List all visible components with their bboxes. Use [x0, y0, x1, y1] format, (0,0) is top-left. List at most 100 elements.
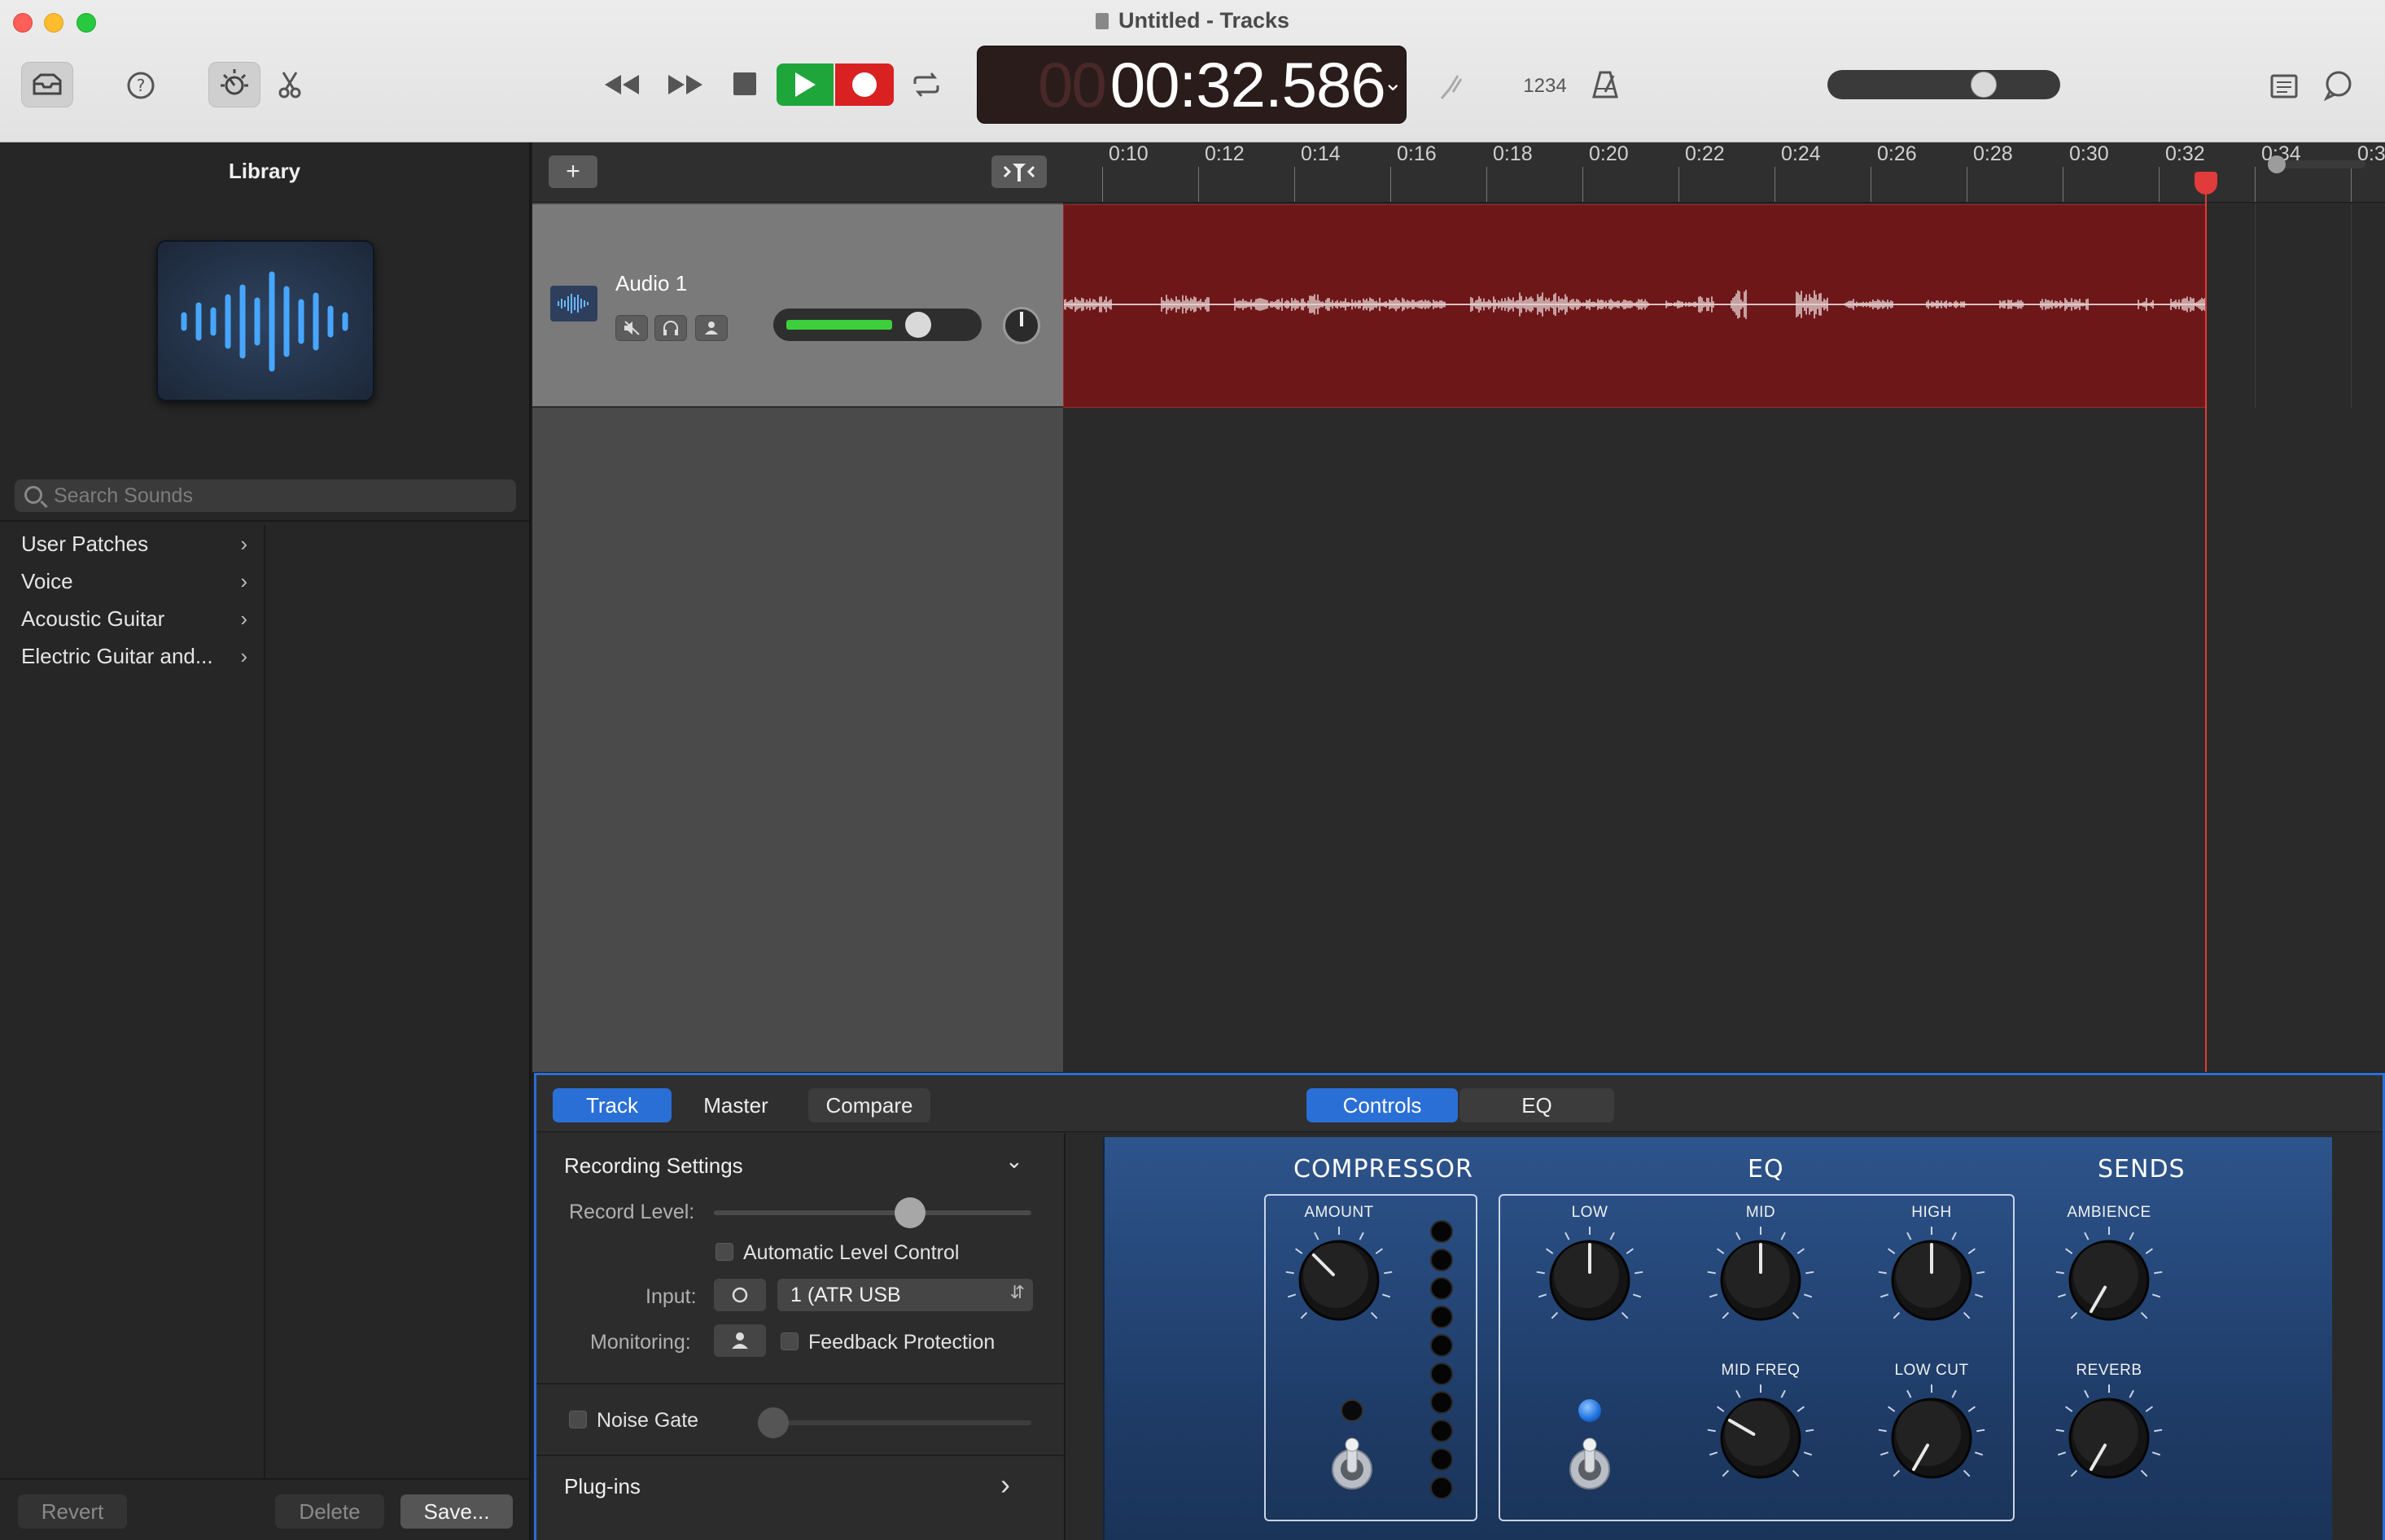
track-name[interactable]: Audio 1 [615, 271, 687, 296]
delete-button[interactable]: Delete [275, 1494, 384, 1529]
loop-browser-button[interactable] [2320, 67, 2357, 104]
ambience-label: AMBIENCE [2067, 1204, 2151, 1221]
solo-button[interactable] [654, 315, 687, 341]
knob-tick [1621, 1311, 1629, 1319]
cycle-button[interactable] [905, 67, 947, 103]
play-button[interactable] [777, 63, 834, 106]
ruler-label: 0:10 [1109, 142, 1149, 165]
revert-label: Revert [41, 1498, 104, 1524]
track-pan-knob[interactable] [1003, 307, 1040, 344]
ruler-label: 0:18 [1493, 142, 1533, 165]
knob-tick [1906, 1232, 1912, 1240]
tracks-area[interactable]: 0:10 0:12 0:14 0:16 0:18 0:20 0:22 0:24 0:26 0:28… [1063, 142, 2385, 1072]
mute-button[interactable] [615, 315, 648, 341]
automatic-level-label: Automatic Level Control [743, 1241, 960, 1264]
catch-playhead-button[interactable] [991, 155, 1047, 188]
knob-tick [1803, 1451, 1813, 1456]
monitoring-button[interactable] [714, 1324, 766, 1357]
master-volume-slider[interactable] [1827, 70, 2060, 99]
track-volume-slider[interactable] [773, 308, 982, 341]
revert-button[interactable]: Revert [18, 1494, 127, 1529]
master-volume-knob[interactable] [1971, 72, 1997, 98]
knob-tick [1314, 1232, 1319, 1240]
knob-tick [1634, 1271, 1643, 1275]
knob-tick [2065, 1248, 2073, 1254]
chevron-down-icon[interactable]: ⌄ [1005, 1148, 1023, 1174]
knob-tick [1709, 1293, 1718, 1298]
playhead-handle[interactable] [2195, 172, 2217, 195]
compare-button[interactable]: Compare [808, 1088, 930, 1122]
notepad-button[interactable] [2266, 68, 2302, 104]
stop-button[interactable] [731, 70, 759, 98]
reverb-knob[interactable] [2052, 1381, 2166, 1495]
tab-master[interactable]: Master [676, 1088, 795, 1122]
knob-cap [1896, 1243, 1961, 1308]
meter-led [1430, 1448, 1453, 1471]
library-item-user-patches[interactable]: User Patches › [0, 525, 264, 562]
track-header-audio-1[interactable]: Audio 1 [532, 204, 1063, 408]
input-format-button[interactable] [714, 1279, 766, 1311]
eq-toggle-switch[interactable] [1565, 1437, 1614, 1498]
playhead[interactable] [2205, 175, 2207, 1072]
library-item-electric-guitar[interactable]: Electric Guitar and... › [0, 637, 264, 675]
toolbar: Untitled - Tracks ? 00 00:32.586 ⌄ 1234 [0, 0, 2385, 142]
tab-eq[interactable]: EQ [1459, 1088, 1614, 1122]
library-button[interactable] [21, 62, 73, 107]
count-in-button[interactable]: 1234 [1521, 72, 1569, 101]
lcd-display[interactable]: 00 00:32.586 ⌄ [977, 46, 1407, 124]
noise-gate-slider[interactable] [758, 1420, 1031, 1425]
low-knob[interactable] [1533, 1223, 1647, 1337]
ruler-label: 0:16 [1397, 142, 1437, 165]
automatic-level-checkbox[interactable] [716, 1243, 733, 1261]
meter-led [1430, 1363, 1453, 1385]
chevron-right-icon[interactable]: › [1000, 1468, 1010, 1502]
editors-button[interactable] [272, 67, 308, 103]
quick-help-button[interactable]: ? [122, 67, 160, 104]
knob-tick [1880, 1451, 1889, 1456]
amount-knob[interactable] [1282, 1223, 1396, 1337]
smart-controls-button[interactable] [208, 62, 260, 107]
input-select[interactable]: 1 (ATR USB ⇵ [777, 1279, 1033, 1311]
feedback-protection-checkbox[interactable] [781, 1332, 799, 1350]
noise-gate-knob[interactable] [758, 1407, 789, 1438]
knob-tick [1375, 1248, 1383, 1254]
high-knob[interactable] [1875, 1223, 1989, 1337]
knob-tick [2084, 1389, 2090, 1398]
knob-cap [1554, 1243, 1619, 1308]
add-track-button[interactable]: + [549, 155, 597, 188]
input-monitoring-button[interactable] [695, 315, 728, 341]
knob-tick [1707, 1271, 1716, 1275]
track-zoom-slider[interactable] [2268, 155, 2365, 173]
track-volume-knob[interactable] [905, 312, 931, 338]
noise-gate-checkbox[interactable] [569, 1411, 587, 1428]
zoom-knob[interactable] [2268, 155, 2286, 173]
low-cut-knob[interactable] [1875, 1381, 1989, 1495]
library-item-label: Acoustic Guitar [21, 606, 165, 631]
tuner-button[interactable] [1433, 68, 1468, 104]
ambience-knob[interactable] [2052, 1223, 2166, 1337]
lcd-chevron-down-icon[interactable]: ⌄ [1384, 69, 1403, 96]
tab-controls[interactable]: Controls [1306, 1088, 1458, 1122]
metronome-button[interactable] [1587, 67, 1623, 103]
record-level-knob[interactable] [895, 1197, 926, 1228]
ruler[interactable]: 0:10 0:12 0:14 0:16 0:18 0:20 0:22 0:24 0:26 0:28… [1063, 142, 2385, 203]
mid-knob[interactable] [1704, 1223, 1818, 1337]
save-button[interactable]: Save... [400, 1494, 513, 1529]
search-input[interactable]: Search Sounds [15, 479, 516, 512]
input-value: 1 (ATR USB [790, 1284, 901, 1306]
knob-tick [1551, 1311, 1559, 1319]
audio-region[interactable] [1063, 204, 2207, 408]
library-item-acoustic-guitar[interactable]: Acoustic Guitar › [0, 600, 264, 637]
fast-forward-button[interactable] [663, 67, 708, 103]
plugins-label[interactable]: Plug-ins [564, 1474, 641, 1499]
record-level-slider[interactable] [714, 1210, 1031, 1215]
recording-settings-title[interactable]: Recording Settings [564, 1153, 743, 1179]
knob-tick [1735, 1389, 1741, 1398]
smart-controls-icon [221, 69, 248, 95]
compressor-toggle-switch[interactable] [1328, 1437, 1376, 1498]
mid-freq-knob[interactable] [1704, 1381, 1818, 1495]
tab-track[interactable]: Track [553, 1088, 672, 1122]
record-button[interactable] [835, 63, 894, 106]
rewind-button[interactable] [599, 67, 645, 103]
library-item-voice[interactable]: Voice › [0, 562, 264, 600]
